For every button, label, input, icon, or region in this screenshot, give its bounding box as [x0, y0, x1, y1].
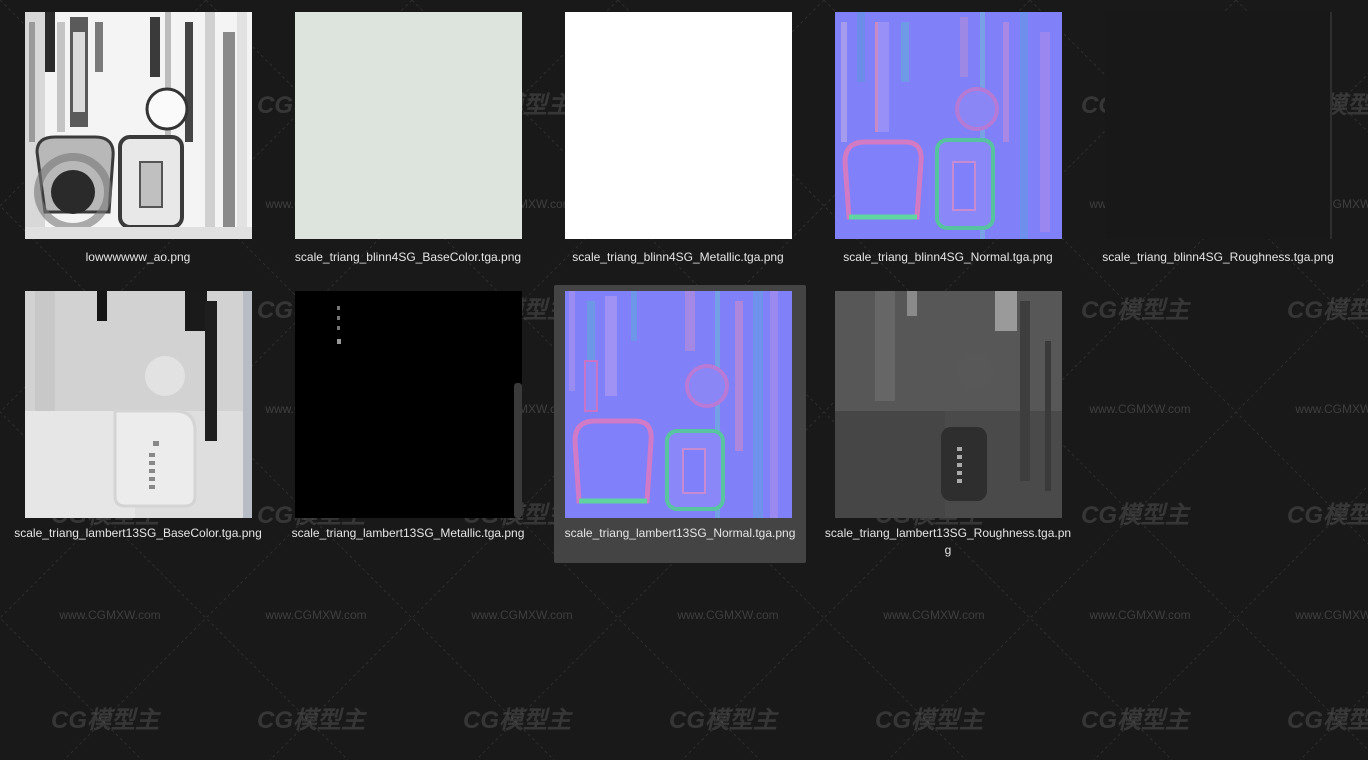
file-tile-blinn4-roughness[interactable]: scale_triang_blinn4SG_Roughness.tga.png — [1092, 6, 1344, 278]
file-tile-lambert13-metallic[interactable]: scale_triang_lambert13SG_Metallic.tga.pn… — [282, 285, 534, 563]
watermark-url: www.CGMXW.com — [1294, 402, 1368, 416]
watermark-logo: CG模型主 — [1287, 502, 1368, 529]
watermark-url: www.CGMXW.com — [1088, 608, 1190, 622]
file-name: scale_triang_lambert13SG_Normal.tga.png — [564, 526, 796, 540]
watermark-url: www.CGMXW.com — [470, 608, 572, 622]
thumbnail-metallic — [295, 291, 522, 518]
file-name: scale_triang_blinn4SG_Normal.tga.png — [843, 250, 1053, 264]
watermark-url: www.CGMXW.com — [1088, 402, 1190, 416]
watermark-logo: CG模型主 — [1081, 707, 1191, 734]
thumbnail-basecolor — [25, 291, 252, 518]
watermark-url: www.CGMXW.com — [264, 608, 366, 622]
file-name: scale_triang_blinn4SG_BaseColor.tga.png — [294, 250, 522, 264]
file-name: scale_triang_lambert13SG_Roughness.tga.p… — [824, 526, 1072, 557]
watermark-url: www.CGMXW.com — [882, 608, 984, 622]
thumbnail-roughness — [835, 291, 1062, 518]
watermark-logo: CG模型主 — [1081, 502, 1191, 529]
file-tile-blinn4-basecolor[interactable]: scale_triang_blinn4SG_BaseColor.tga.png — [282, 6, 534, 278]
watermark-logo: CG模型主 — [1287, 707, 1368, 734]
file-tile-ao[interactable]: lowwwwww_ao.png — [12, 6, 264, 278]
watermark-logo: CG模型主 — [669, 707, 779, 734]
watermark-logo: CG模型主 — [1081, 297, 1191, 324]
thumbnail-basecolor — [295, 12, 522, 239]
watermark-logo: CG模型主 — [1287, 297, 1368, 324]
file-tile-blinn4-normal[interactable]: scale_triang_blinn4SG_Normal.tga.png — [822, 6, 1074, 278]
watermark-url: www.CGMXW.com — [1294, 608, 1368, 622]
watermark-logo: CG模型主 — [51, 707, 161, 734]
watermark-logo: CG模型主 — [875, 707, 985, 734]
thumbnail-normal — [835, 12, 1062, 239]
file-tile-lambert13-basecolor[interactable]: scale_triang_lambert13SG_BaseColor.tga.p… — [12, 285, 264, 563]
watermark-url: www.CGMXW.com — [58, 608, 160, 622]
watermark-logo: CG模型主 — [463, 707, 573, 734]
file-name: lowwwwww_ao.png — [85, 250, 191, 264]
thumbnail-ao — [25, 12, 252, 239]
file-name: scale_triang_blinn4SG_Roughness.tga.png — [1102, 250, 1334, 264]
file-name: scale_triang_lambert13SG_BaseColor.tga.p… — [14, 526, 262, 540]
file-tile-lambert13-roughness[interactable]: scale_triang_lambert13SG_Roughness.tga.p… — [822, 285, 1074, 563]
file-tile-lambert13-normal[interactable]: scale_triang_lambert13SG_Normal.tga.png — [554, 285, 806, 563]
thumbnail-metallic — [565, 12, 792, 239]
thumbnail-normal — [565, 291, 792, 518]
file-name: scale_triang_lambert13SG_Metallic.tga.pn… — [291, 526, 525, 540]
watermark-url: www.CGMXW.com — [676, 608, 778, 622]
file-tile-blinn4-metallic[interactable]: scale_triang_blinn4SG_Metallic.tga.png — [552, 6, 804, 278]
thumbnail-roughness — [1105, 12, 1332, 239]
file-name: scale_triang_blinn4SG_Metallic.tga.png — [572, 250, 784, 264]
watermark-logo: CG模型主 — [257, 707, 367, 734]
